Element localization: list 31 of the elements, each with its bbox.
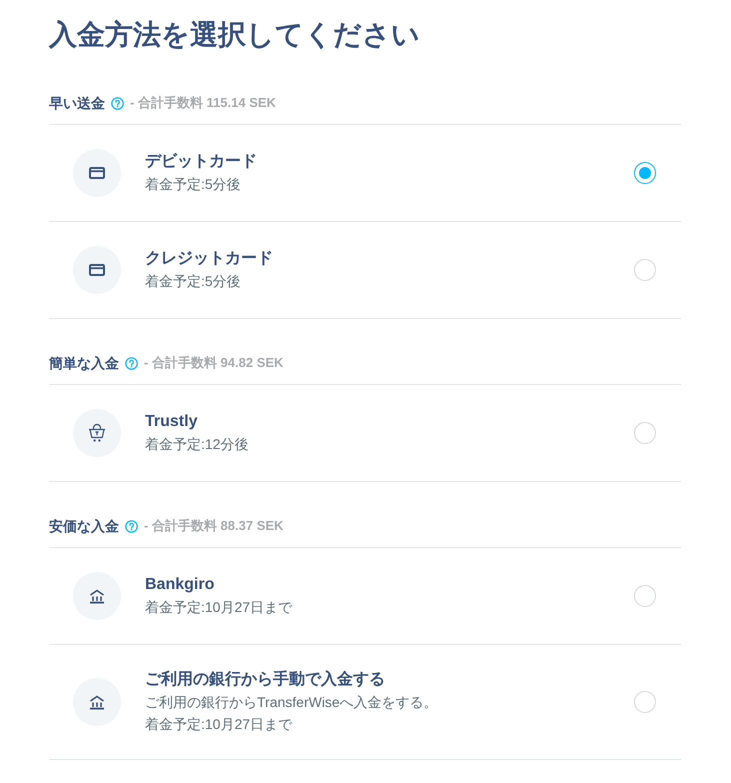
- radio-button[interactable]: [634, 691, 656, 713]
- section-label: 安価な入金: [49, 517, 119, 536]
- fee-total: - 合計手数料 88.37 SEK: [144, 517, 284, 535]
- method-name: デビットカード: [145, 152, 258, 172]
- method-detail: 着金予定:12分後: [145, 435, 250, 454]
- method-detail: 着金予定:10月27日まで: [145, 598, 294, 617]
- radio-button[interactable]: [634, 259, 656, 281]
- bank-icon: [73, 678, 121, 726]
- page-title: 入金方法を選択してください: [49, 19, 420, 50]
- method-detail: 着金予定:5分後: [145, 175, 242, 194]
- method-detail: 着金予定:10月27日まで: [145, 715, 294, 734]
- help-icon[interactable]: [125, 520, 138, 532]
- credit-card-icon: [73, 149, 121, 197]
- radio-button[interactable]: [634, 422, 656, 444]
- radio-button[interactable]: [634, 585, 656, 607]
- method-detail: 着金予定:5分後: [145, 272, 242, 291]
- method-detail: ご利用の銀行からTransferWiseへ入金をする。: [145, 693, 439, 712]
- fee-total: - 合計手数料 115.14 SEK: [130, 94, 276, 112]
- method-name: Trustly: [145, 412, 198, 432]
- method-name: Bankgiro: [145, 575, 216, 595]
- method-name: クレジットカード: [145, 249, 274, 269]
- credit-card-icon: [73, 246, 121, 294]
- section-label: 早い送金: [49, 94, 105, 113]
- shopping-basket-icon: [73, 409, 121, 457]
- help-icon[interactable]: [111, 96, 124, 110]
- fee-total: - 合計手数料 94.82 SEK: [144, 354, 284, 372]
- bank-icon: [73, 572, 121, 620]
- section-label: 簡単な入金: [49, 354, 119, 373]
- method-name: ご利用の銀行から手動で入金する: [145, 669, 386, 690]
- radio-button[interactable]: [634, 162, 656, 184]
- help-icon[interactable]: [125, 356, 138, 370]
